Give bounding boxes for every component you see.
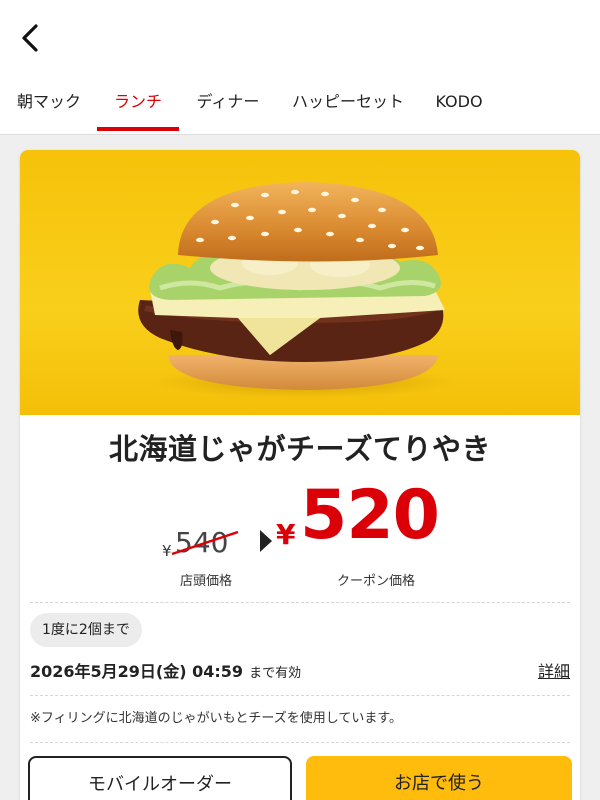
burger-image (138, 182, 455, 398)
tab-dinner[interactable]: ディナー (192, 80, 264, 134)
product-note: ※フィリングに北海道のじゃがいもとチーズを使用しています。 (30, 711, 403, 726)
product-hero (20, 150, 580, 415)
divider (30, 742, 570, 743)
category-tabs: 朝マック ランチ ディナー ハッピーセット KODO (0, 80, 600, 134)
strikethrough-line (171, 530, 239, 556)
tab-kodo[interactable]: KODO (432, 80, 486, 134)
active-tab-indicator (97, 127, 179, 131)
expiry-date: 2026年5月29日(金) 04:59 (30, 662, 244, 681)
header: 朝マック ランチ ディナー ハッピーセット KODO (0, 0, 600, 135)
coupon-price: 520 (300, 476, 440, 555)
coupon-price-currency: ¥ (276, 518, 296, 551)
original-price-label: 店頭価格 (179, 574, 232, 589)
details-link[interactable]: 詳細 (538, 658, 570, 686)
price-arrow-icon (260, 530, 272, 552)
limit-badge: 1度に2個まで (30, 613, 142, 647)
use-in-store-button[interactable]: お店で使う (306, 756, 572, 800)
mobile-order-button[interactable]: モバイルオーダー (28, 756, 292, 800)
tab-lunch[interactable]: ランチ (97, 80, 179, 134)
coupon-card: 北海道じゃがチーズてりやき ¥ 540 店頭価格 ¥ 520 クーポン価格 1度… (20, 150, 580, 800)
expiry-info: 2026年5月29日(金) 04:59 まで有効 (30, 658, 301, 686)
expiry-suffix: まで有効 (249, 666, 302, 681)
divider (30, 695, 570, 696)
tab-morning[interactable]: 朝マック (14, 80, 84, 134)
back-chevron-icon[interactable] (14, 20, 50, 56)
product-name: 北海道じゃがチーズてりやき (108, 432, 492, 466)
coupon-detail-page: 朝マック ランチ ディナー ハッピーセット KODO 北海道じゃがチーズてりやき… (0, 0, 600, 800)
tab-happy-set[interactable]: ハッピーセット (288, 80, 408, 134)
divider (30, 602, 570, 603)
coupon-price-label: クーポン価格 (336, 574, 415, 589)
